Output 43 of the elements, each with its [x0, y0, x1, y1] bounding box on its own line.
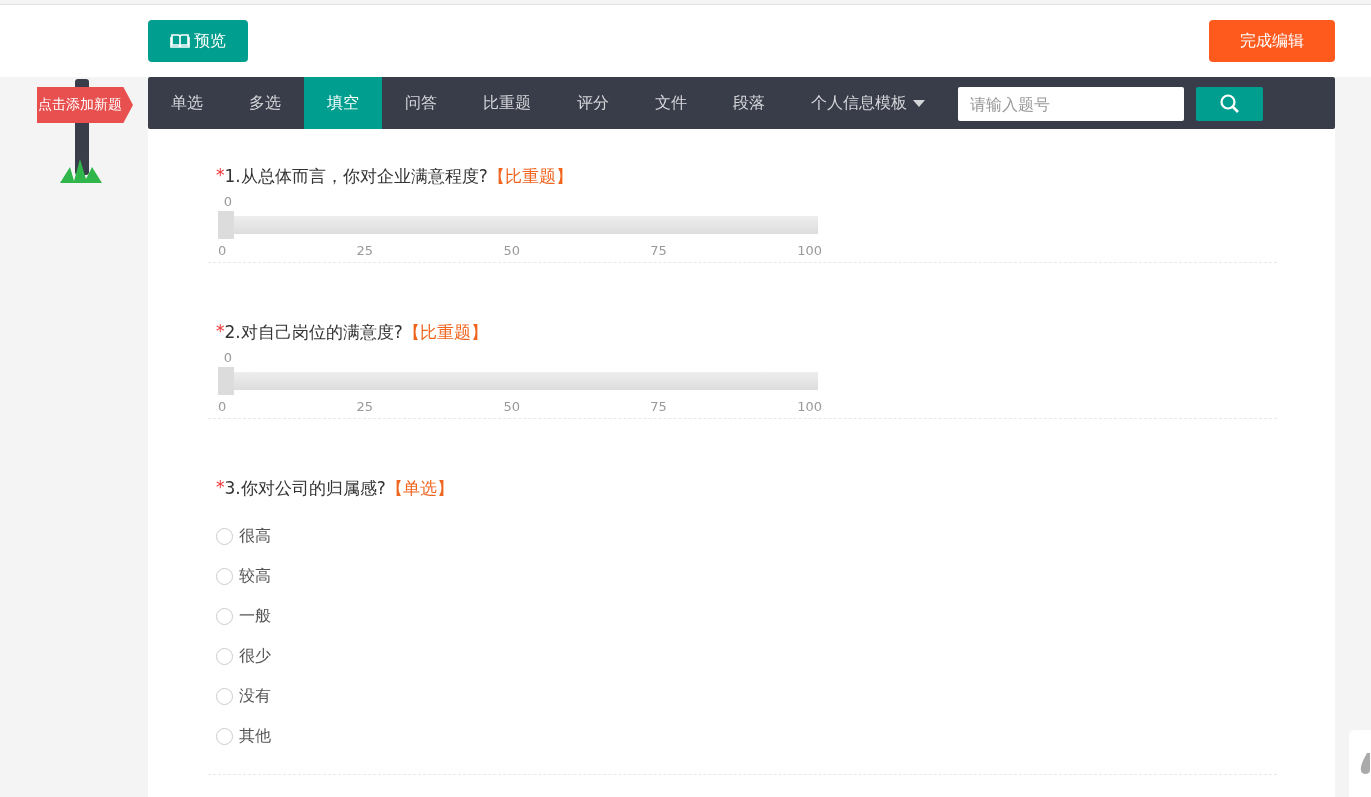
add-question-sign[interactable]: 点击添加新题 — [37, 87, 133, 123]
radio-button[interactable] — [216, 647, 233, 665]
question-type-tab[interactable]: 比重题 — [460, 77, 554, 129]
radio-button[interactable] — [216, 527, 233, 545]
slider-value: 0 — [222, 350, 234, 365]
slider-thumb[interactable] — [218, 367, 234, 395]
slider-tick-label: 25 — [356, 243, 374, 258]
option-label: 一般 — [239, 605, 271, 627]
question-type-tab[interactable]: 文件 — [632, 77, 710, 129]
question-type-tab[interactable]: 段落 — [710, 77, 788, 129]
radio-button[interactable] — [216, 727, 233, 745]
slider-tick-label: 0 — [218, 399, 227, 414]
question-type-tab[interactable]: 问答 — [382, 77, 460, 129]
book-icon — [170, 33, 190, 49]
slider-tick-label: 100 — [797, 399, 822, 414]
slider-tick-label: 0 — [218, 243, 227, 258]
question-type-tab[interactable]: 多选 — [226, 77, 304, 129]
question-title: *3.你对公司的归属感?【单选】 — [216, 477, 454, 500]
slider-tick-label: 50 — [503, 243, 520, 258]
radio-button[interactable] — [216, 687, 233, 705]
option-label: 较高 — [239, 565, 271, 587]
search-icon — [1219, 94, 1240, 114]
question-title: *2.对自己岗位的满意度?【比重题】 — [216, 321, 488, 344]
option-label: 很高 — [239, 525, 271, 547]
question-title: *1.从总体而言，你对企业满意程度?【比重题】 — [216, 165, 573, 188]
slider-tick-label: 75 — [650, 243, 667, 258]
question-number-field[interactable]: 请输入题号 — [958, 87, 1184, 121]
slider-thumb[interactable] — [218, 211, 234, 239]
slider-tick-label: 25 — [356, 399, 374, 414]
question-type-tab[interactable]: 评分 — [554, 77, 632, 129]
question-type-tab[interactable]: 单选 — [148, 77, 226, 129]
drop-icon — [1360, 753, 1370, 775]
slider-tick-label: 100 — [797, 243, 822, 258]
slider-value: 0 — [222, 194, 234, 209]
option-label: 没有 — [239, 685, 271, 707]
question-type-tab[interactable]: 个人信息模板 — [788, 77, 948, 129]
slider-tick-label: 75 — [650, 399, 667, 414]
option-label: 很少 — [239, 645, 271, 667]
radio-button[interactable] — [216, 607, 233, 625]
search-button[interactable] — [1196, 87, 1263, 121]
option-label: 其他 — [239, 725, 271, 747]
slider-tick-label: 50 — [503, 399, 520, 414]
radio-button[interactable] — [216, 567, 233, 585]
